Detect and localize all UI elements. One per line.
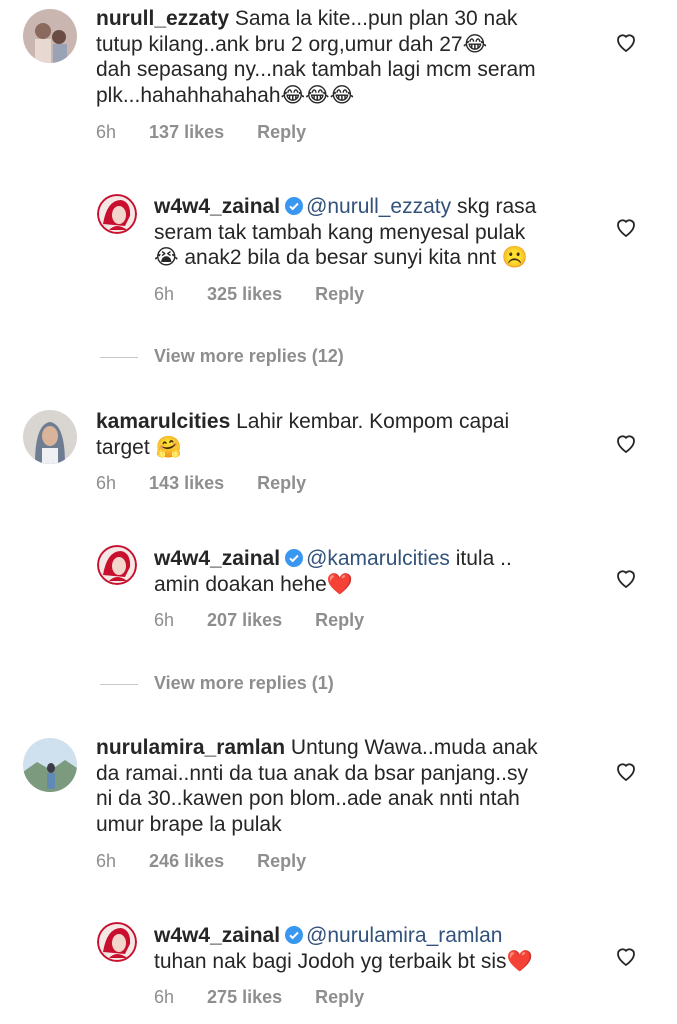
likes-count[interactable]: 143 likes bbox=[149, 473, 224, 493]
view-more-replies[interactable]: View more replies (12) bbox=[100, 346, 344, 367]
reply-text: seram tak tambah kang menyesal pulak bbox=[154, 220, 526, 244]
comment-text: dah sepasang ny...nak tambah lagi mcm se… bbox=[96, 58, 536, 81]
comment-text: ni da 30..kawen pon blom..ade anak nnti … bbox=[96, 787, 520, 810]
likes-count[interactable]: 246 likes bbox=[149, 851, 224, 871]
view-more-label[interactable]: View more replies (1) bbox=[154, 673, 334, 693]
comment-text: tutup kilang..ank bru 2 org,umur dah 27😂 bbox=[96, 32, 488, 56]
likes-count[interactable]: 325 likes bbox=[207, 284, 282, 304]
mention-link[interactable]: @nurull_ezzaty bbox=[306, 195, 451, 218]
likes-count[interactable]: 207 likes bbox=[207, 610, 282, 630]
avatar[interactable] bbox=[97, 922, 137, 962]
comment-time: 6h bbox=[96, 122, 117, 142]
reply-text: skg rasa bbox=[451, 195, 537, 218]
heart-icon[interactable] bbox=[614, 30, 638, 54]
avatar[interactable] bbox=[23, 738, 77, 792]
reply-username[interactable]: w4w4_zainal bbox=[154, 547, 280, 570]
comment-username[interactable]: nurull_ezzaty bbox=[96, 7, 229, 30]
reply-text: tuhan nak bagi Jodoh yg terbaik bt sis❤️ bbox=[154, 949, 533, 973]
heart-icon[interactable] bbox=[614, 759, 638, 783]
likes-count[interactable]: 275 likes bbox=[207, 987, 282, 1007]
comment-username[interactable]: kamarulcities bbox=[96, 410, 230, 433]
reply-button[interactable]: Reply bbox=[315, 610, 364, 630]
comment-text: Untung Wawa..muda anak bbox=[285, 736, 538, 759]
reply-text: 😭 anak2 bila da besar sunyi kita nnt ☹️ bbox=[154, 246, 529, 269]
view-more-replies[interactable]: View more replies (1) bbox=[100, 673, 334, 694]
divider bbox=[100, 683, 138, 685]
comment-username[interactable]: nurulamira_ramlan bbox=[96, 736, 285, 759]
reply-username[interactable]: w4w4_zainal bbox=[154, 924, 280, 947]
comment-time: 6h bbox=[96, 473, 117, 493]
comment-text: da ramai..nnti da tua anak da bsar panja… bbox=[96, 761, 528, 785]
reply-button[interactable]: Reply bbox=[257, 473, 306, 493]
comment-text: plk...hahahhahahah😂😂😂 bbox=[96, 83, 355, 107]
avatar[interactable] bbox=[97, 194, 137, 234]
heart-icon[interactable] bbox=[614, 215, 638, 239]
reply-button[interactable]: Reply bbox=[257, 851, 306, 871]
reply-text: amin doakan hehe❤️ bbox=[154, 572, 353, 596]
mention-link[interactable]: @nurulamira_ramlan bbox=[306, 924, 502, 947]
comment-text: umur brape la pulak bbox=[96, 812, 282, 836]
reply-text: itula .. bbox=[449, 547, 512, 570]
view-more-label[interactable]: View more replies (12) bbox=[154, 346, 344, 366]
reply-time: 6h bbox=[154, 987, 175, 1007]
likes-count[interactable]: 137 likes bbox=[149, 122, 224, 142]
reply-button[interactable]: Reply bbox=[315, 284, 364, 304]
reply-button[interactable]: Reply bbox=[315, 987, 364, 1007]
reply-time: 6h bbox=[154, 610, 175, 630]
heart-icon[interactable] bbox=[614, 566, 638, 590]
comment-text: Sama la kite...pun plan 30 nak bbox=[234, 7, 518, 30]
mention-link[interactable]: @kamarulcities bbox=[306, 547, 450, 570]
comment-text: target 🤗 bbox=[96, 435, 182, 459]
avatar[interactable] bbox=[97, 545, 137, 585]
divider bbox=[100, 356, 138, 358]
heart-icon[interactable] bbox=[614, 944, 638, 968]
reply-username[interactable]: w4w4_zainal bbox=[154, 195, 280, 218]
avatar[interactable] bbox=[23, 410, 77, 464]
heart-icon[interactable] bbox=[614, 431, 638, 455]
verified-badge-icon bbox=[285, 926, 304, 944]
verified-badge-icon bbox=[285, 549, 304, 567]
reply-time: 6h bbox=[154, 284, 175, 304]
reply-button[interactable]: Reply bbox=[257, 122, 306, 142]
verified-badge-icon bbox=[285, 197, 304, 215]
avatar[interactable] bbox=[23, 9, 77, 63]
comment-text: Lahir kembar. Kompom capai bbox=[230, 410, 510, 433]
comment-time: 6h bbox=[96, 851, 117, 871]
